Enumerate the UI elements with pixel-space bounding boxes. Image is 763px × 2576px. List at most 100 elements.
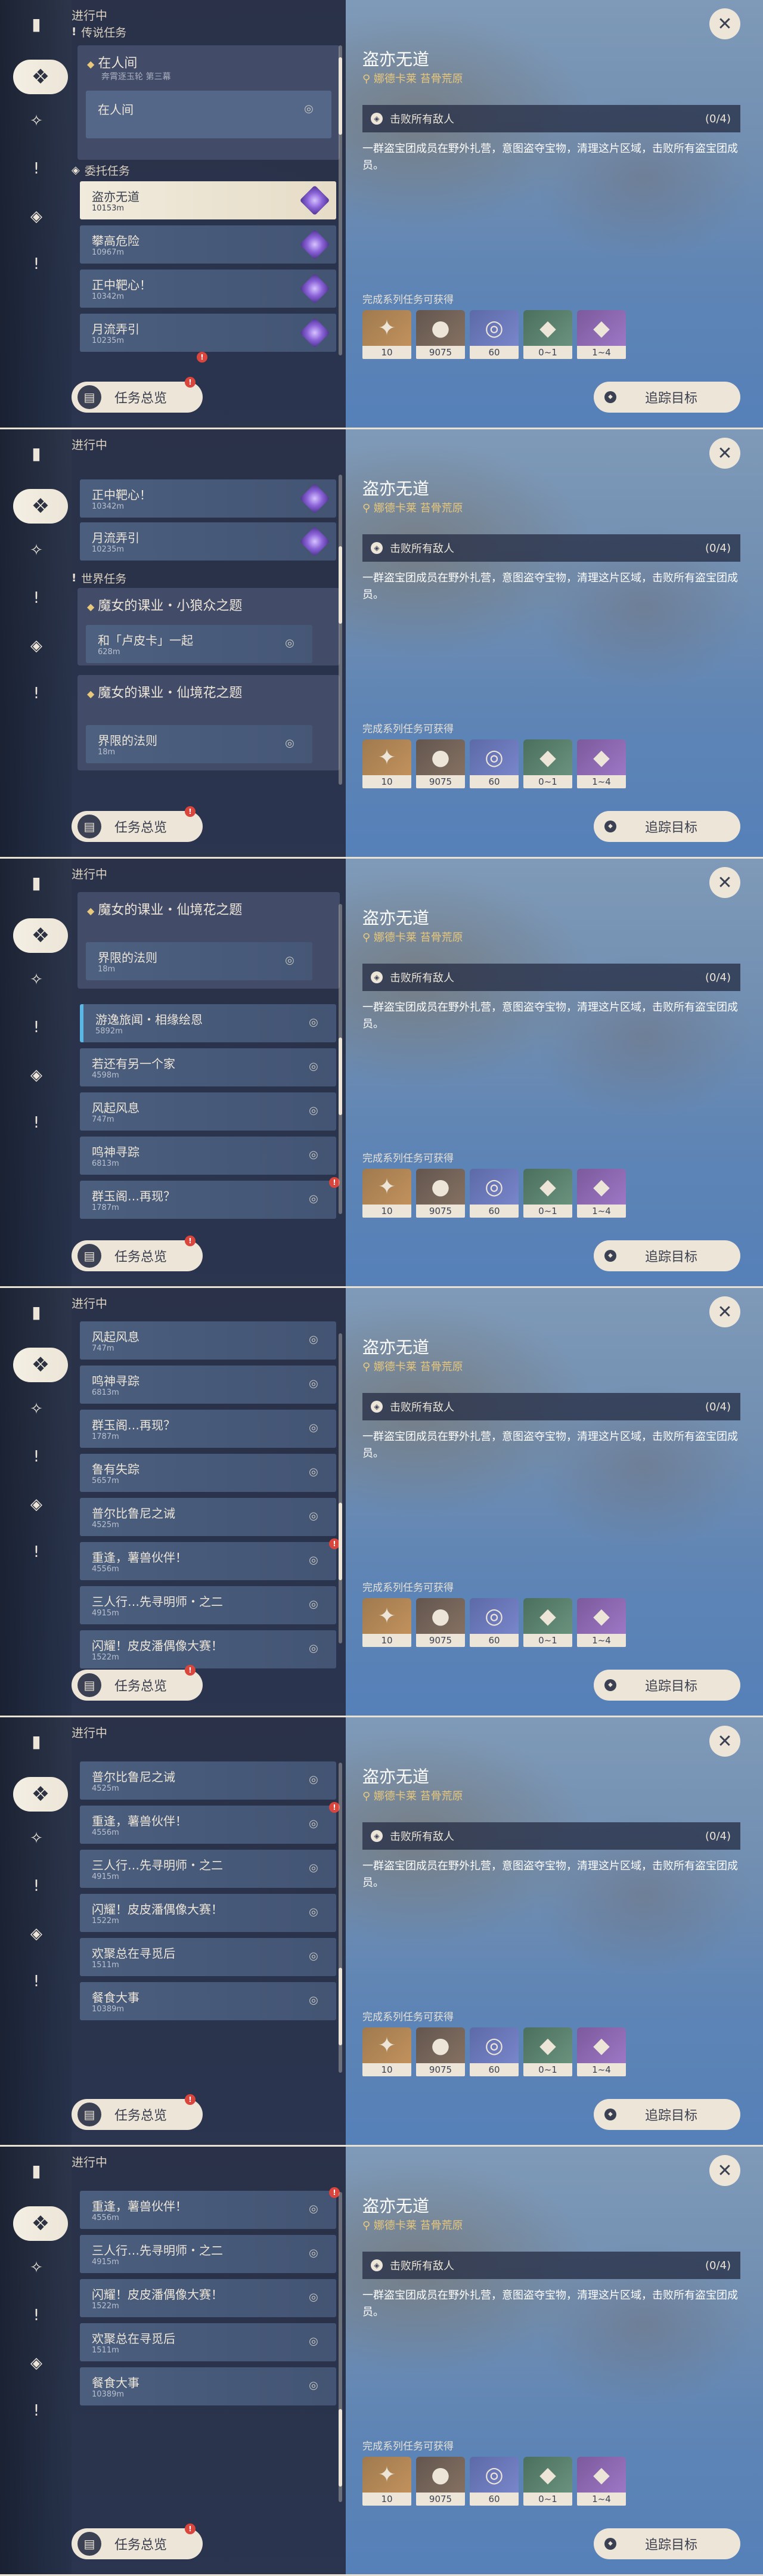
reward-item[interactable]: ● 9075 xyxy=(416,2457,465,2506)
quest-overview-button[interactable]: ▤ 任务总览! xyxy=(72,2094,203,2130)
quest-group[interactable]: ◆ 魔女的课业・仙境花之题 界限的法则 18m ◎ xyxy=(77,675,340,770)
quest-list-item[interactable]: 正中靶心！ 10342m xyxy=(80,270,336,308)
quest-list-item[interactable]: 游逸旅闻・相缘绘恩 5892m ◎ xyxy=(80,1004,336,1042)
quest-overview-button[interactable]: ▤ 任务总览! xyxy=(72,2524,203,2559)
reward-item[interactable]: ● 9075 xyxy=(416,1598,465,1647)
quest-list-item[interactable]: 群玉阁…再现？ 1787m ◎! xyxy=(80,1177,340,1219)
reward-item[interactable]: ✦ 10 xyxy=(362,739,411,788)
reward-item[interactable]: ● 9075 xyxy=(416,310,465,359)
reward-item[interactable]: ✦ 10 xyxy=(362,2457,411,2506)
quest-book-icon[interactable]: ▮ xyxy=(23,2157,50,2185)
quest-list-item[interactable]: 三人行…先寻明师・之二 4915m ◎ xyxy=(80,1850,336,1888)
close-button[interactable]: ✕ xyxy=(709,8,740,39)
all-quests-icon[interactable]: ❖ xyxy=(13,489,68,524)
quest-book-icon[interactable]: ▮ xyxy=(23,1728,50,1755)
quest-list-item[interactable]: 重逢，薯兽伙伴！ 4556m ◎! xyxy=(80,1538,340,1580)
archon-icon[interactable]: ✧ xyxy=(23,1395,50,1423)
close-button[interactable]: ✕ xyxy=(709,867,740,898)
quest-overview-button[interactable]: ▤ 任务总览! xyxy=(72,1236,203,1271)
quest-group[interactable]: ◆ 在人间 奔霄逐玉轮 第三幕 在人间 ◎ xyxy=(77,45,340,160)
quest-book-icon[interactable]: ▮ xyxy=(23,1299,50,1326)
commission-icon[interactable]: ! xyxy=(23,250,50,278)
quest-list-item[interactable]: 月流弄引 10235m xyxy=(80,522,336,561)
quest-list-item[interactable]: 三人行…先寻明师・之二 4915m ◎ xyxy=(80,2235,336,2273)
reward-item[interactable]: ✦ 10 xyxy=(362,2027,411,2076)
quest-step-item[interactable]: 在人间 ◎ xyxy=(86,91,331,138)
quest-list-item[interactable]: 月流弄引 10235m xyxy=(80,314,336,352)
reward-item[interactable]: ◆ 0~1 xyxy=(523,1598,572,1647)
reward-item[interactable]: ● 9075 xyxy=(416,1169,465,1218)
reward-item[interactable]: ◆ 1~4 xyxy=(577,310,626,359)
archon-icon[interactable]: ✧ xyxy=(23,1825,50,1852)
world-icon[interactable]: ◈ xyxy=(23,2349,50,2377)
scrollbar-thumb[interactable] xyxy=(339,546,342,624)
quest-list-item[interactable]: 闪耀！皮皮潘偶像大赛！ 1522m ◎ xyxy=(80,2279,336,2317)
track-target-button[interactable]: ◆ 追踪目标 xyxy=(594,811,740,842)
quest-list-item[interactable]: 重逢，薯兽伙伴！ 4556m ◎! xyxy=(80,1802,340,1844)
reward-item[interactable]: ◆ 0~1 xyxy=(523,310,572,359)
quest-list-item[interactable]: 和「卢皮卡」一起 628m ◎ xyxy=(86,625,312,663)
commission-icon[interactable]: ! xyxy=(23,1109,50,1137)
quest-list-item[interactable]: 界限的法则 18m ◎ xyxy=(86,942,312,980)
quest-group[interactable]: ◆ 魔女的课业・仙境花之题 界限的法则 18m ◎ xyxy=(77,892,340,989)
reward-item[interactable]: ◎ 60 xyxy=(470,2027,519,2076)
quest-book-icon[interactable]: ▮ xyxy=(23,869,50,897)
track-target-button[interactable]: ◆ 追踪目标 xyxy=(594,2528,740,2559)
reward-item[interactable]: ◎ 60 xyxy=(470,1169,519,1218)
world-icon[interactable]: ◈ xyxy=(23,1920,50,1948)
quest-list-item[interactable]: 欢聚总在寻觅后 1511m ◎ xyxy=(80,2323,336,2361)
all-quests-icon[interactable]: ❖ xyxy=(13,1348,68,1382)
story-icon[interactable]: ! xyxy=(23,1443,50,1470)
quest-overview-button[interactable]: ▤ 任务总览! xyxy=(72,377,203,413)
story-icon[interactable]: ! xyxy=(23,1872,50,1900)
archon-icon[interactable]: ✧ xyxy=(23,966,50,993)
reward-item[interactable]: ◆ 0~1 xyxy=(523,2457,572,2506)
quest-list-item[interactable]: 若还有另一个家 4598m ◎ xyxy=(80,1048,336,1086)
world-icon[interactable]: ◈ xyxy=(23,632,50,660)
quest-list-item[interactable]: 鲁有失踪 5657m ◎ xyxy=(80,1454,336,1492)
story-icon[interactable]: ! xyxy=(23,1014,50,1041)
commission-icon[interactable]: ! xyxy=(23,1538,50,1566)
quest-list-item[interactable]: 欢聚总在寻觅后 1511m ◎ xyxy=(80,1938,336,1976)
world-icon[interactable]: ◈ xyxy=(23,203,50,230)
story-icon[interactable]: ! xyxy=(23,584,50,612)
quest-list-item[interactable]: 普尔比鲁尼之诫 4525m ◎ xyxy=(80,1498,336,1536)
quest-list-item[interactable]: 普尔比鲁尼之诫 4525m ◎ xyxy=(80,1761,336,1800)
quest-list-item[interactable]: 餐食大事 10389m ◎ xyxy=(80,2367,336,2405)
close-button[interactable]: ✕ xyxy=(709,438,740,469)
archon-icon[interactable]: ✧ xyxy=(23,2254,50,2281)
quest-list-item[interactable]: 风起风息 747m ◎ xyxy=(80,1092,336,1131)
quest-list-item[interactable]: 风起风息 747m ◎ xyxy=(80,1321,336,1360)
all-quests-icon[interactable]: ❖ xyxy=(13,1777,68,1812)
reward-item[interactable]: ✦ 10 xyxy=(362,310,411,359)
reward-item[interactable]: ✦ 10 xyxy=(362,1169,411,1218)
quest-book-icon[interactable]: ▮ xyxy=(23,11,50,38)
story-icon[interactable]: ! xyxy=(23,155,50,182)
reward-item[interactable]: ◆ 0~1 xyxy=(523,739,572,788)
all-quests-icon[interactable]: ❖ xyxy=(13,918,68,953)
reward-item[interactable]: ◎ 60 xyxy=(470,310,519,359)
world-icon[interactable]: ◈ xyxy=(23,1491,50,1518)
reward-item[interactable]: ◆ 1~4 xyxy=(577,2027,626,2076)
archon-icon[interactable]: ✧ xyxy=(23,537,50,564)
quest-list-item[interactable]: 鸣神寻踪 6813m ◎ xyxy=(80,1366,336,1404)
commission-icon[interactable]: ! xyxy=(23,680,50,707)
reward-item[interactable]: ◎ 60 xyxy=(470,1598,519,1647)
quest-list-item[interactable]: 三人行…先寻明师・之二 4915m ◎ xyxy=(80,1586,336,1624)
quest-list-item[interactable]: 鸣神寻踪 6813m ◎ xyxy=(80,1137,336,1175)
close-button[interactable]: ✕ xyxy=(709,1296,740,1327)
track-target-button[interactable]: ◆ 追踪目标 xyxy=(594,1240,740,1271)
quest-list-item[interactable]: 攀高危险 10967m xyxy=(80,225,336,264)
quest-list-item[interactable]: 界限的法则 18m ◎ xyxy=(86,725,312,763)
scrollbar-thumb[interactable] xyxy=(339,1038,342,1115)
quest-overview-button[interactable]: ▤ 任务总览! xyxy=(72,806,203,842)
quest-list-item[interactable]: 重逢，薯兽伙伴！ 4556m ◎! xyxy=(80,2187,340,2229)
story-icon[interactable]: ! xyxy=(23,2302,50,2329)
reward-item[interactable]: ◆ 0~1 xyxy=(523,1169,572,1218)
reward-item[interactable]: ◎ 60 xyxy=(470,2457,519,2506)
reward-item[interactable]: ● 9075 xyxy=(416,739,465,788)
reward-item[interactable]: ◎ 60 xyxy=(470,739,519,788)
quest-overview-button[interactable]: ▤ 任务总览! xyxy=(72,1665,203,1701)
reward-item[interactable]: ◆ 1~4 xyxy=(577,1598,626,1647)
reward-item[interactable]: ◆ 0~1 xyxy=(523,2027,572,2076)
